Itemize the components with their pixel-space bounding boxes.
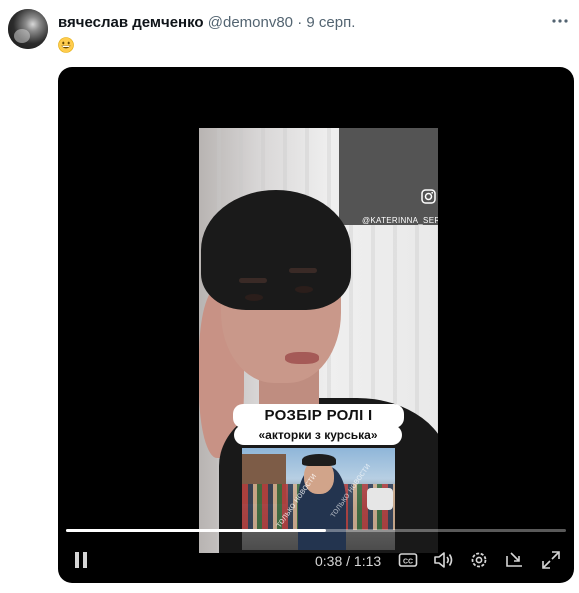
tweet-card: вячеслав демченко @demonv80 · 9 серп. @K… bbox=[0, 0, 579, 593]
more-options-icon[interactable] bbox=[551, 12, 569, 33]
grinning-face-emoji bbox=[58, 37, 74, 53]
inset-watermark-2: только новости bbox=[327, 461, 372, 519]
avatar[interactable] bbox=[8, 9, 48, 49]
progress-fill bbox=[66, 529, 326, 532]
tweet-date[interactable]: 9 серп. bbox=[306, 14, 355, 31]
fullscreen-icon[interactable] bbox=[540, 549, 562, 571]
video-frame[interactable]: @KATERINNA_SERGEEVA РОЗБІР РОЛІ І ГОЛОСУ… bbox=[199, 128, 438, 553]
video-caption-line2: «акторки з курська» bbox=[234, 425, 402, 445]
inset-watermark: только новости bbox=[273, 471, 318, 529]
svg-text:CC: CC bbox=[403, 558, 413, 565]
author-name[interactable]: вячеслав демченко bbox=[58, 14, 204, 31]
picture-in-picture-icon[interactable] bbox=[504, 549, 526, 571]
captions-icon[interactable]: CC bbox=[397, 549, 419, 571]
video-controls: 0:38 / 1:13 CC bbox=[58, 545, 574, 575]
video-player[interactable]: @KATERINNA_SERGEEVA РОЗБІР РОЛІ І ГОЛОСУ… bbox=[58, 67, 574, 583]
settings-icon[interactable] bbox=[468, 549, 490, 571]
pause-icon[interactable] bbox=[70, 549, 92, 571]
progress-bar[interactable] bbox=[66, 529, 566, 532]
volume-icon[interactable] bbox=[432, 549, 454, 571]
time-display: 0:38 / 1:13 bbox=[315, 553, 382, 569]
author-handle[interactable]: @demonv80 bbox=[208, 14, 293, 31]
instagram-icon bbox=[421, 189, 436, 204]
separator-dot: · bbox=[297, 14, 303, 31]
tablet-object bbox=[339, 128, 438, 225]
video-watermark: @KATERINNA_SERGEEVA bbox=[362, 216, 438, 225]
tweet-header: вячеслав демченко @demonv80 · 9 серп. bbox=[58, 13, 559, 35]
inset-video-clip: только новости только новости bbox=[242, 448, 395, 550]
